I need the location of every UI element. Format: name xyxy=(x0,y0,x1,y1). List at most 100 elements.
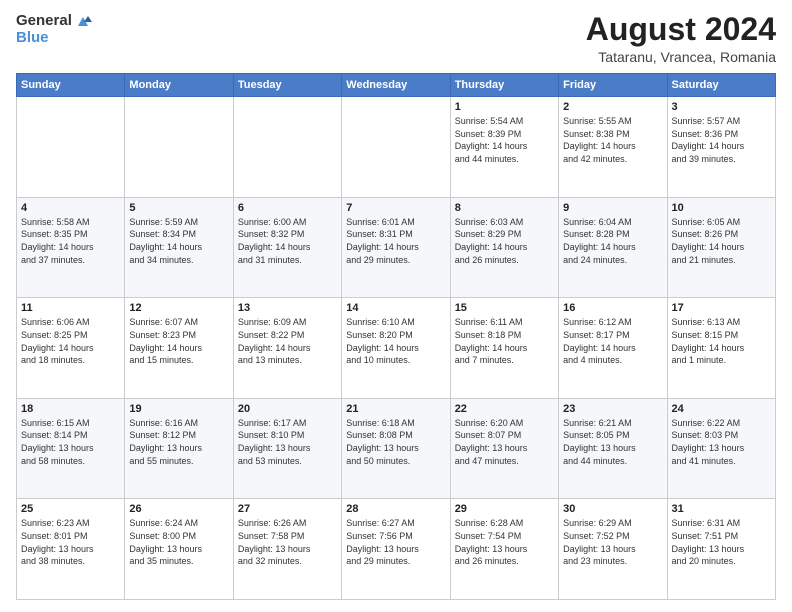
day-number: 30 xyxy=(563,503,662,515)
calendar-cell: 16Sunrise: 6:12 AM Sunset: 8:17 PM Dayli… xyxy=(559,298,667,399)
week-row-1: 1 Sunrise: 5:54 AM Sunset: 8:39 PM Daylig… xyxy=(17,97,776,198)
day-number: 7 xyxy=(346,202,445,214)
day-number: 18 xyxy=(21,403,120,415)
calendar-cell: 1 Sunrise: 5:54 AM Sunset: 8:39 PM Daylig… xyxy=(450,97,558,198)
calendar-cell: 14 Sunrise: 6:10 AM Sunset: 8:20 PM Dayli… xyxy=(342,298,450,399)
calendar-cell: 20 Sunrise: 6:17 AM Sunset: 8:10 PM Dayli… xyxy=(233,398,341,499)
day-number: 14 xyxy=(346,302,445,314)
logo: General Blue xyxy=(16,12,92,47)
day-info: Sunrise: 6:07 AM Sunset: 8:23 PM Dayligh… xyxy=(129,316,228,366)
calendar-cell: 29 Sunrise: 6:28 AM Sunset: 7:54 PM Dayli… xyxy=(450,499,558,600)
day-info: Sunrise: 6:16 AM Sunset: 8:12 PM Dayligh… xyxy=(129,417,228,467)
calendar-cell: 26 Sunrise: 6:24 AM Sunset: 8:00 PM Dayli… xyxy=(125,499,233,600)
day-info: Sunrise: 6:23 AM Sunset: 8:01 PM Dayligh… xyxy=(21,517,120,567)
calendar-cell: 24 Sunrise: 6:22 AM Sunset: 8:03 PM Dayli… xyxy=(667,398,775,499)
day-info: Sunrise: 6:11 AM Sunset: 8:18 PM Dayligh… xyxy=(455,316,554,366)
calendar-cell: 28 Sunrise: 6:27 AM Sunset: 7:56 PM Dayli… xyxy=(342,499,450,600)
day-number: 29 xyxy=(455,503,554,515)
calendar-cell: 25 Sunrise: 6:23 AM Sunset: 8:01 PM Dayli… xyxy=(17,499,125,600)
calendar-cell: 19 Sunrise: 6:16 AM Sunset: 8:12 PM Dayli… xyxy=(125,398,233,499)
calendar-cell: 9Sunrise: 6:04 AM Sunset: 8:28 PM Daylig… xyxy=(559,197,667,298)
calendar-cell xyxy=(233,97,341,198)
day-info: Sunrise: 6:06 AM Sunset: 8:25 PM Dayligh… xyxy=(21,316,120,366)
calendar-cell: 3 Sunrise: 5:57 AM Sunset: 8:36 PM Daylig… xyxy=(667,97,775,198)
calendar-cell: 27Sunrise: 6:26 AM Sunset: 7:58 PM Dayli… xyxy=(233,499,341,600)
day-number: 4 xyxy=(21,202,120,214)
calendar-cell: 17 Sunrise: 6:13 AM Sunset: 8:15 PM Dayli… xyxy=(667,298,775,399)
day-number: 2 xyxy=(563,101,662,113)
col-monday: Monday xyxy=(125,74,233,97)
day-info: Sunrise: 5:54 AM Sunset: 8:39 PM Dayligh… xyxy=(455,115,554,165)
day-info: Sunrise: 6:10 AM Sunset: 8:20 PM Dayligh… xyxy=(346,316,445,366)
day-number: 31 xyxy=(672,503,771,515)
calendar-cell: 4 Sunrise: 5:58 AM Sunset: 8:35 PM Daylig… xyxy=(17,197,125,298)
day-number: 10 xyxy=(672,202,771,214)
day-info: Sunrise: 6:21 AM Sunset: 8:05 PM Dayligh… xyxy=(563,417,662,467)
day-info: Sunrise: 5:57 AM Sunset: 8:36 PM Dayligh… xyxy=(672,115,771,165)
day-info: Sunrise: 5:59 AM Sunset: 8:34 PM Dayligh… xyxy=(129,216,228,266)
day-number: 26 xyxy=(129,503,228,515)
calendar-cell: 10 Sunrise: 6:05 AM Sunset: 8:26 PM Dayli… xyxy=(667,197,775,298)
day-number: 5 xyxy=(129,202,228,214)
day-info: Sunrise: 6:24 AM Sunset: 8:00 PM Dayligh… xyxy=(129,517,228,567)
week-row-4: 18 Sunrise: 6:15 AM Sunset: 8:14 PM Dayli… xyxy=(17,398,776,499)
logo-triangle-icon xyxy=(74,12,92,30)
week-row-2: 4 Sunrise: 5:58 AM Sunset: 8:35 PM Daylig… xyxy=(17,197,776,298)
logo-general: General xyxy=(16,13,72,30)
day-info: Sunrise: 6:20 AM Sunset: 8:07 PM Dayligh… xyxy=(455,417,554,467)
day-info: Sunrise: 6:09 AM Sunset: 8:22 PM Dayligh… xyxy=(238,316,337,366)
day-number: 13 xyxy=(238,302,337,314)
day-info: Sunrise: 6:01 AM Sunset: 8:31 PM Dayligh… xyxy=(346,216,445,266)
day-number: 28 xyxy=(346,503,445,515)
day-number: 27 xyxy=(238,503,337,515)
calendar-cell: 30 Sunrise: 6:29 AM Sunset: 7:52 PM Dayli… xyxy=(559,499,667,600)
day-number: 24 xyxy=(672,403,771,415)
day-info: Sunrise: 5:58 AM Sunset: 8:35 PM Dayligh… xyxy=(21,216,120,266)
header-row: Sunday Monday Tuesday Wednesday Thursday… xyxy=(17,74,776,97)
location-title: Tataranu, Vrancea, Romania xyxy=(586,49,776,65)
day-number: 1 xyxy=(455,101,554,113)
calendar-cell: 7 Sunrise: 6:01 AM Sunset: 8:31 PM Daylig… xyxy=(342,197,450,298)
day-number: 6 xyxy=(238,202,337,214)
day-number: 22 xyxy=(455,403,554,415)
calendar-cell xyxy=(17,97,125,198)
col-tuesday: Tuesday xyxy=(233,74,341,97)
day-info: Sunrise: 6:13 AM Sunset: 8:15 PM Dayligh… xyxy=(672,316,771,366)
logo-blue: Blue xyxy=(16,30,92,47)
day-number: 3 xyxy=(672,101,771,113)
calendar-cell xyxy=(342,97,450,198)
calendar-table: Sunday Monday Tuesday Wednesday Thursday… xyxy=(16,73,776,600)
calendar-cell: 12Sunrise: 6:07 AM Sunset: 8:23 PM Dayli… xyxy=(125,298,233,399)
day-number: 8 xyxy=(455,202,554,214)
col-sunday: Sunday xyxy=(17,74,125,97)
calendar-cell: 21Sunrise: 6:18 AM Sunset: 8:08 PM Dayli… xyxy=(342,398,450,499)
calendar-cell xyxy=(125,97,233,198)
title-block: August 2024 Tataranu, Vrancea, Romania xyxy=(586,12,776,65)
header: General Blue August 2024 Tataranu, Vranc… xyxy=(16,12,776,65)
day-info: Sunrise: 6:27 AM Sunset: 7:56 PM Dayligh… xyxy=(346,517,445,567)
day-number: 19 xyxy=(129,403,228,415)
calendar-cell: 5 Sunrise: 5:59 AM Sunset: 8:34 PM Daylig… xyxy=(125,197,233,298)
calendar-cell: 11 Sunrise: 6:06 AM Sunset: 8:25 PM Dayli… xyxy=(17,298,125,399)
day-number: 25 xyxy=(21,503,120,515)
day-info: Sunrise: 6:22 AM Sunset: 8:03 PM Dayligh… xyxy=(672,417,771,467)
day-info: Sunrise: 6:17 AM Sunset: 8:10 PM Dayligh… xyxy=(238,417,337,467)
calendar-cell: 22 Sunrise: 6:20 AM Sunset: 8:07 PM Dayli… xyxy=(450,398,558,499)
calendar-cell: 2 Sunrise: 5:55 AM Sunset: 8:38 PM Daylig… xyxy=(559,97,667,198)
calendar-cell: 13 Sunrise: 6:09 AM Sunset: 8:22 PM Dayli… xyxy=(233,298,341,399)
col-thursday: Thursday xyxy=(450,74,558,97)
day-number: 23 xyxy=(563,403,662,415)
day-info: Sunrise: 6:18 AM Sunset: 8:08 PM Dayligh… xyxy=(346,417,445,467)
day-info: Sunrise: 6:05 AM Sunset: 8:26 PM Dayligh… xyxy=(672,216,771,266)
day-info: Sunrise: 6:31 AM Sunset: 7:51 PM Dayligh… xyxy=(672,517,771,567)
day-number: 17 xyxy=(672,302,771,314)
day-info: Sunrise: 5:55 AM Sunset: 8:38 PM Dayligh… xyxy=(563,115,662,165)
day-info: Sunrise: 6:28 AM Sunset: 7:54 PM Dayligh… xyxy=(455,517,554,567)
week-row-3: 11 Sunrise: 6:06 AM Sunset: 8:25 PM Dayli… xyxy=(17,298,776,399)
day-number: 11 xyxy=(21,302,120,314)
day-info: Sunrise: 6:15 AM Sunset: 8:14 PM Dayligh… xyxy=(21,417,120,467)
day-number: 20 xyxy=(238,403,337,415)
day-info: Sunrise: 6:29 AM Sunset: 7:52 PM Dayligh… xyxy=(563,517,662,567)
calendar-cell: 6 Sunrise: 6:00 AM Sunset: 8:32 PM Daylig… xyxy=(233,197,341,298)
day-info: Sunrise: 6:00 AM Sunset: 8:32 PM Dayligh… xyxy=(238,216,337,266)
